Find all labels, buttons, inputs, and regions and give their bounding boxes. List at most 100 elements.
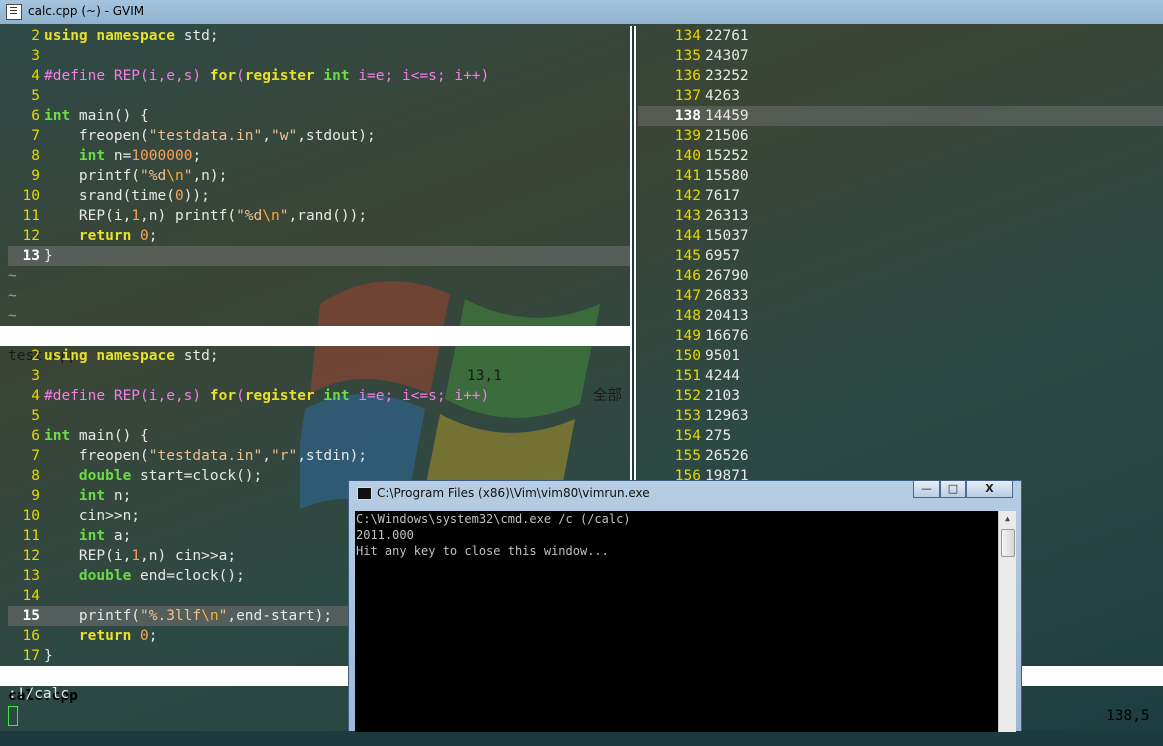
code-token: ,stdout); bbox=[297, 128, 376, 144]
line-number: 151 bbox=[674, 368, 701, 384]
code-line[interactable]: 13} bbox=[8, 246, 630, 266]
code-line[interactable]: 8 int n=1000000; bbox=[8, 146, 630, 166]
console-output[interactable]: C:\Windows\system32\cmd.exe /c (/calc) 2… bbox=[355, 511, 998, 732]
data-line[interactable]: 143 26313 bbox=[638, 206, 1163, 226]
data-value: 15037 bbox=[705, 228, 749, 244]
code-token: "%d bbox=[236, 208, 263, 224]
data-value: 15252 bbox=[705, 148, 749, 164]
code-token: end=clock(); bbox=[131, 568, 245, 584]
data-line[interactable]: 141 15580 bbox=[638, 166, 1163, 186]
code-line[interactable]: 7 freopen("testdata.in","r",stdin); bbox=[8, 446, 630, 466]
code-token: 0 bbox=[140, 628, 149, 644]
code-line[interactable]: 7 freopen("testdata.in","w",stdout); bbox=[8, 126, 630, 146]
title-bar[interactable]: calc.cpp (~) - GVIM bbox=[0, 0, 1163, 25]
data-value: 2103 bbox=[705, 388, 740, 404]
data-line[interactable]: 134 22761 bbox=[638, 26, 1163, 46]
code-line[interactable]: 3 bbox=[8, 46, 630, 66]
code-token: a; bbox=[105, 528, 132, 544]
code-line[interactable]: 4 #define REP(i,e,s) for(register int i=e… bbox=[8, 386, 630, 406]
code-line[interactable]: 4 #define REP(i,e,s) for(register int i=e… bbox=[8, 66, 630, 86]
code-token: REP(i, bbox=[44, 548, 132, 564]
statusline-test-cpp[interactable]: test.cpp 13,1 全部 bbox=[0, 326, 630, 404]
code-token: ( bbox=[236, 68, 245, 84]
empty-line-tilde: ~ bbox=[8, 308, 17, 324]
scroll-up-arrow-icon[interactable]: ▲ bbox=[999, 511, 1016, 527]
code-token: int bbox=[78, 488, 106, 504]
data-line[interactable]: 147 26833 bbox=[638, 286, 1163, 306]
code-line[interactable]: 3 bbox=[8, 366, 630, 386]
data-value: 275 bbox=[705, 428, 732, 444]
data-line[interactable]: 148 20413 bbox=[638, 306, 1163, 326]
data-line[interactable]: 154 275 bbox=[638, 426, 1163, 446]
code-token: for bbox=[209, 68, 237, 84]
code-line[interactable]: 5 bbox=[8, 86, 630, 106]
line-number: 12 bbox=[22, 228, 40, 244]
data-line[interactable]: 151 4244 bbox=[638, 366, 1163, 386]
data-line[interactable]: 142 7617 bbox=[638, 186, 1163, 206]
console-line: Hit any key to close this window... bbox=[356, 544, 609, 558]
code-line[interactable]: 6 int main() { bbox=[8, 106, 630, 126]
gvim-app-icon[interactable] bbox=[6, 4, 22, 20]
line-number: 137 bbox=[674, 88, 701, 104]
code-line[interactable]: 2 using namespace std; bbox=[8, 346, 630, 366]
right-window-testdata[interactable]: 134 22761 135 24307 136 23252 137 4263 138 14459 1… bbox=[638, 26, 1163, 486]
line-number: 144 bbox=[674, 228, 701, 244]
data-line[interactable]: 152 2103 bbox=[638, 386, 1163, 406]
window-title: calc.cpp (~) - GVIM bbox=[28, 4, 145, 18]
top-window-test-cpp[interactable]: 2 using namespace std; 3 4 #define REP(i,e,s… bbox=[8, 26, 630, 326]
code-token: ,n) cin>>a; bbox=[140, 548, 237, 564]
data-line[interactable]: 144 15037 bbox=[638, 226, 1163, 246]
maximize-button[interactable]: □ bbox=[940, 481, 966, 498]
data-line[interactable]: 138 14459 bbox=[638, 106, 1163, 126]
code-line[interactable]: 5 bbox=[8, 406, 630, 426]
data-line[interactable]: 150 9501 bbox=[638, 346, 1163, 366]
line-number: 5 bbox=[31, 408, 40, 424]
code-line[interactable]: 9 printf("%d\n",n); bbox=[8, 166, 630, 186]
data-line[interactable]: 155 26526 bbox=[638, 446, 1163, 466]
line-number: 17 bbox=[22, 648, 40, 664]
data-line[interactable]: 140 15252 bbox=[638, 146, 1163, 166]
minimize-button[interactable]: — bbox=[913, 481, 940, 498]
data-line[interactable]: 136 23252 bbox=[638, 66, 1163, 86]
command-line[interactable]: :!/calc bbox=[8, 686, 69, 702]
code-line[interactable]: 10 srand(time(0)); bbox=[8, 186, 630, 206]
line-number: 6 bbox=[31, 428, 40, 444]
line-number: 10 bbox=[22, 188, 40, 204]
close-button[interactable]: X bbox=[966, 481, 1013, 498]
data-line[interactable]: 146 26790 bbox=[638, 266, 1163, 286]
code-line[interactable]: 6 int main() { bbox=[8, 426, 630, 446]
data-line[interactable]: 149 16676 bbox=[638, 326, 1163, 346]
data-line[interactable]: 135 24307 bbox=[638, 46, 1163, 66]
line-number: 6 bbox=[31, 108, 40, 124]
code-token: "testdata.in" bbox=[148, 448, 263, 464]
code-token: printf( bbox=[44, 608, 141, 624]
code-token: register bbox=[244, 388, 315, 404]
code-line[interactable]: 12 return 0; bbox=[8, 226, 630, 246]
line-number: 10 bbox=[22, 508, 40, 524]
status-position-right: 138,5 bbox=[1106, 708, 1150, 724]
line-number: 135 bbox=[674, 48, 701, 64]
cmd-window[interactable]: C:\Program Files (x86)\Vim\vim80\vimrun.… bbox=[348, 480, 1022, 732]
data-line[interactable]: 153 12963 bbox=[638, 406, 1163, 426]
code-token: main() { bbox=[70, 108, 149, 124]
data-line[interactable]: 145 6957 bbox=[638, 246, 1163, 266]
data-value: 26790 bbox=[705, 268, 749, 284]
console-scrollbar[interactable]: ▲ bbox=[998, 511, 1016, 732]
code-line[interactable]: 11 REP(i,1,n) printf("%d\n",rand()); bbox=[8, 206, 630, 226]
line-number: 3 bbox=[31, 368, 40, 384]
code-token: #define REP(i,e,s) bbox=[44, 68, 202, 84]
code-line[interactable]: 2 using namespace std; bbox=[8, 26, 630, 46]
data-line[interactable]: 139 21506 bbox=[638, 126, 1163, 146]
text-cursor bbox=[8, 706, 18, 726]
code-token: i=e; i<=s; i++) bbox=[349, 388, 490, 404]
scrollbar-thumb[interactable] bbox=[1001, 529, 1015, 557]
code-token: } bbox=[44, 648, 53, 664]
empty-line-tilde: ~ bbox=[8, 268, 17, 284]
data-line[interactable]: 137 4263 bbox=[638, 86, 1163, 106]
